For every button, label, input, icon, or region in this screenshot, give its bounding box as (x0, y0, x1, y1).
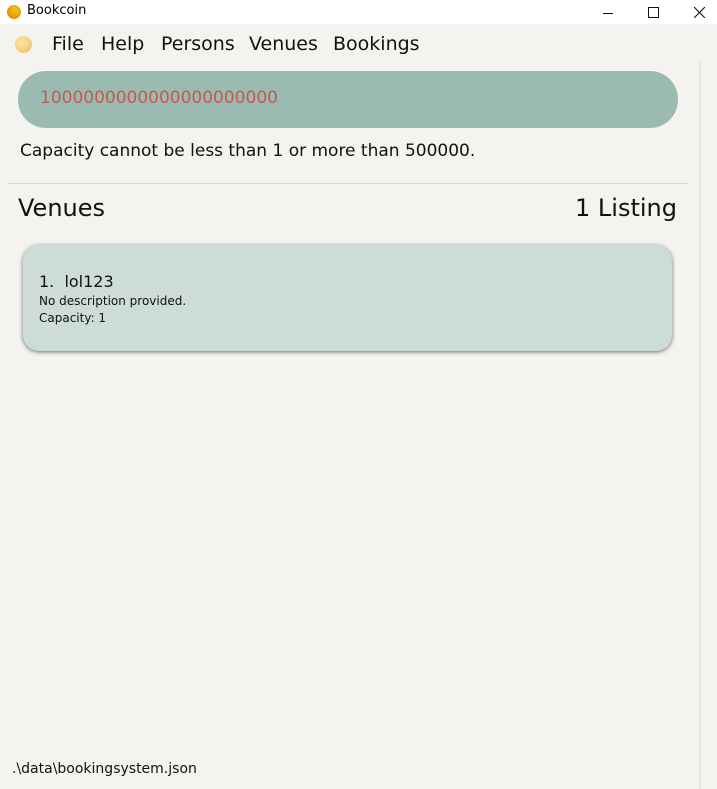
title-bar: Bookcoin (0, 0, 717, 24)
venue-name: 1. lol123 (39, 272, 114, 291)
close-button[interactable] (676, 0, 717, 24)
menu-help[interactable]: Help (101, 33, 144, 55)
coin-icon (15, 36, 32, 53)
venue-description: No description provided. (39, 294, 187, 308)
app-coin-icon (7, 5, 21, 19)
command-input[interactable]: 1000000000000000000000 (40, 88, 278, 108)
divider (8, 183, 688, 184)
result-message: Capacity cannot be less than 1 or more t… (20, 141, 476, 161)
status-bar-path: .\data\bookingsystem.json (12, 761, 197, 777)
scrollbar-track[interactable] (699, 62, 701, 789)
maximize-icon (647, 6, 659, 18)
menu-venues[interactable]: Venues (249, 33, 318, 55)
menu-file[interactable]: File (52, 33, 84, 55)
menu-persons[interactable]: Persons (161, 33, 235, 55)
venue-capacity: Capacity: 1 (39, 311, 107, 325)
minimize-icon (603, 12, 613, 14)
command-box[interactable]: 1000000000000000000000 (18, 71, 678, 128)
venue-card[interactable]: 1. lol123 No description provided. Capac… (23, 245, 672, 351)
list-title: Venues (18, 194, 106, 222)
minimize-button[interactable] (585, 0, 631, 24)
close-icon (693, 6, 705, 18)
window-title: Bookcoin (27, 3, 87, 18)
maximize-button[interactable] (630, 0, 676, 24)
menu-bookings[interactable]: Bookings (333, 33, 420, 55)
menu-bar: File Help Persons Venues Bookings (0, 24, 717, 64)
list-count: 1 Listing (575, 194, 677, 222)
